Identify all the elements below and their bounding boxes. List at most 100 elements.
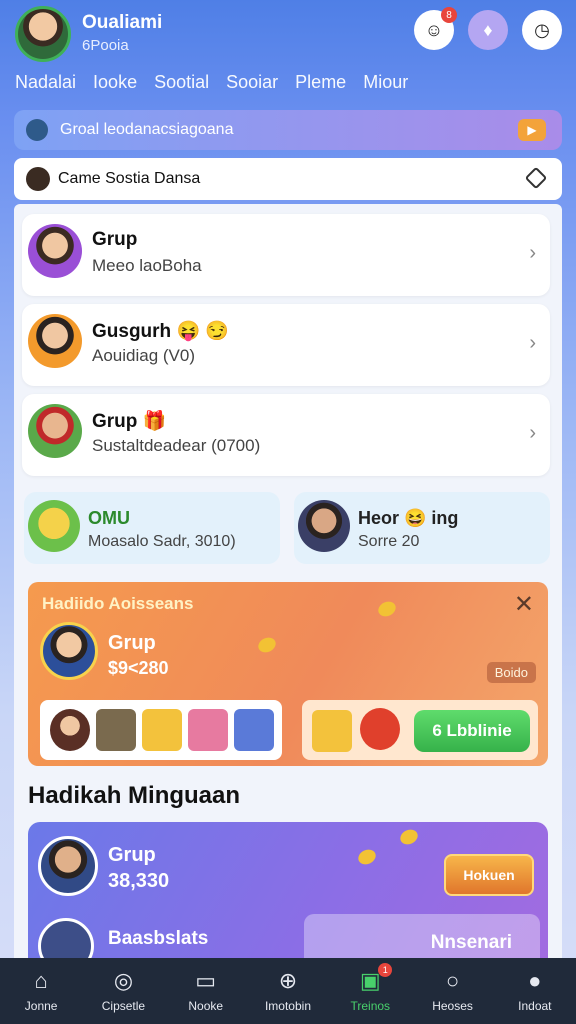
gift-row xyxy=(40,700,282,760)
chevron-right-icon: › xyxy=(529,332,536,354)
promo-name: Grup xyxy=(108,632,156,654)
tab-2[interactable]: Iooke xyxy=(93,72,137,93)
reward-value: 38,330 xyxy=(108,870,170,892)
note-icon: ▭ xyxy=(195,968,217,993)
small-card-title: OMU xyxy=(88,508,130,528)
section-bar-title: Came Sostia Dansa xyxy=(58,170,201,187)
user-outline-icon: ○ xyxy=(445,968,460,993)
list-item-title: Grup 🎁 xyxy=(92,411,167,432)
friend-icon: ☺ xyxy=(424,19,444,40)
nav-badge: 1 xyxy=(378,963,393,977)
section-avatar xyxy=(26,167,50,191)
tab-4[interactable]: Sooiar xyxy=(226,72,278,93)
list-item-title: Grup xyxy=(92,229,138,250)
coin-icon xyxy=(375,598,399,620)
gift-box-icon xyxy=(312,710,352,752)
reward-name: Grup xyxy=(108,844,156,866)
profile-icon: ● xyxy=(528,968,542,993)
user-avatar[interactable] xyxy=(15,6,71,62)
reward-badge[interactable]: Hokuen xyxy=(444,854,534,896)
coin-icon xyxy=(355,846,379,868)
play-icon[interactable]: ▶ xyxy=(518,119,546,141)
reward-right-text: Nnsenari xyxy=(430,932,512,953)
small-card-subtitle: Moasalo Sadr, 3010) xyxy=(88,533,236,550)
promo-card: Hadiido Aoisseans ✕ Grup $9<280 Boido 6 … xyxy=(28,582,548,766)
close-icon[interactable]: ✕ xyxy=(514,590,534,619)
avatar xyxy=(28,500,80,552)
small-card-title: Heor 😆 ing xyxy=(358,508,459,528)
gift-box-icon xyxy=(188,709,228,751)
figure-icon xyxy=(96,709,136,751)
nav-home[interactable]: ⌂ Jonne xyxy=(5,968,77,1014)
nav-notes[interactable]: ▭ Nooke xyxy=(170,968,242,1014)
top-header: Oualiami 6Pooia ☺ 8 ♦ ◷ xyxy=(0,0,576,68)
user-coins: 6Pooia xyxy=(82,37,129,54)
home-icon: ⌂ xyxy=(34,968,48,993)
chevron-right-icon: › xyxy=(529,422,536,444)
claim-label: Lbblinie xyxy=(446,721,512,740)
tab-5[interactable]: Pleme xyxy=(295,72,346,93)
diamond-icon: ♦ xyxy=(483,19,493,40)
nav-label: Cipsetle xyxy=(101,999,146,1013)
claim-button[interactable]: 6 Lbblinie xyxy=(414,710,530,752)
user-name: Oualiami xyxy=(82,12,163,33)
list-item-subtitle: Meeo laoBoha xyxy=(92,256,202,275)
nav-label: Jonne xyxy=(24,999,58,1013)
promo-value: $9<280 xyxy=(108,658,169,678)
nav-label: Heoses xyxy=(432,999,473,1013)
phone-icon xyxy=(234,709,274,751)
small-card-subtitle: Sorre 20 xyxy=(358,533,420,550)
claim-number: 6 xyxy=(432,721,442,740)
firework-icon xyxy=(360,708,400,750)
promo-title: Hadiido Aoisseans xyxy=(42,594,194,613)
section-title: Hadikah Minguaan xyxy=(28,782,241,809)
tab-6[interactable]: Miour xyxy=(363,72,408,93)
avatar xyxy=(28,224,82,278)
announcement-banner[interactable]: Groal leodanacsiagoana ▶ xyxy=(14,110,562,150)
reward-name-2: Baasbslats xyxy=(108,928,209,949)
avatar xyxy=(28,314,82,368)
tab-1[interactable]: Nadalai xyxy=(15,72,76,93)
list-item[interactable]: Gusgurh 😝 😏 Aouidiag (V0) › xyxy=(22,304,550,386)
gift-box-icon xyxy=(142,709,182,751)
bottom-nav: ⌂ Jonne ◎ Cipsetle ▭ Nooke ⊕ Imotobin ▣ … xyxy=(0,958,576,1024)
friend-avatar-button[interactable]: ☺ 8 xyxy=(414,7,457,50)
nav-label: Treinos xyxy=(350,999,391,1013)
list-item-subtitle: Aouidiag (V0) xyxy=(92,346,196,365)
list-item-subtitle: Sustaltdeadear (0700) xyxy=(92,436,261,455)
list-item[interactable]: Grup Meeo laoBoha › xyxy=(22,214,550,296)
list-item-title: Gusgurh 😝 😏 xyxy=(92,321,230,342)
banner-text: Groal leodanacsiagoana xyxy=(60,121,234,138)
banner-avatar xyxy=(26,119,48,141)
notification-badge: 8 xyxy=(441,7,457,23)
list-item[interactable]: Grup 🎁 Sustaltdeadear (0700) › xyxy=(22,394,550,476)
reward-avatar xyxy=(38,836,98,896)
nav-label: Nooke xyxy=(188,999,224,1013)
clock-icon: ◷ xyxy=(534,19,550,40)
gift-avatar-icon xyxy=(50,709,90,751)
nav-gifts[interactable]: ▣ 1 Treinos xyxy=(334,963,406,1013)
promo-tag[interactable]: Boido xyxy=(486,662,536,683)
nav-label: Indoat xyxy=(518,999,552,1013)
avatar xyxy=(28,404,82,458)
nav-friends[interactable]: ○ Heoses xyxy=(417,968,489,1014)
chevron-right-icon: › xyxy=(529,242,536,264)
diamond-outline-icon[interactable] xyxy=(524,166,548,190)
compass-icon: ◎ xyxy=(113,968,134,993)
nav-profile[interactable]: ● Indoat xyxy=(499,968,571,1014)
coin-icon xyxy=(397,826,421,848)
cta-area: 6 Lbblinie xyxy=(302,700,538,760)
nav-add[interactable]: ⊕ Imotobin xyxy=(252,968,324,1014)
avatar xyxy=(298,500,350,552)
promo-avatar xyxy=(40,622,98,680)
nav-label: Imotobin xyxy=(264,999,311,1013)
top-tabs: Nadalai Iooke Sootial Sooiar Pleme Miour xyxy=(15,72,425,93)
tab-3[interactable]: Sootial xyxy=(154,72,209,93)
small-card[interactable]: Heor 😆 ing Sorre 20 xyxy=(294,492,550,564)
small-card[interactable]: OMU Moasalo Sadr, 3010) xyxy=(24,492,280,564)
nav-explore[interactable]: ◎ Cipsetle xyxy=(87,968,159,1014)
gem-button[interactable]: ♦ xyxy=(468,10,508,50)
section-bar[interactable]: Came Sostia Dansa xyxy=(14,158,562,200)
plus-circle-icon: ⊕ xyxy=(278,968,298,993)
settings-button[interactable]: ◷ xyxy=(522,10,562,50)
